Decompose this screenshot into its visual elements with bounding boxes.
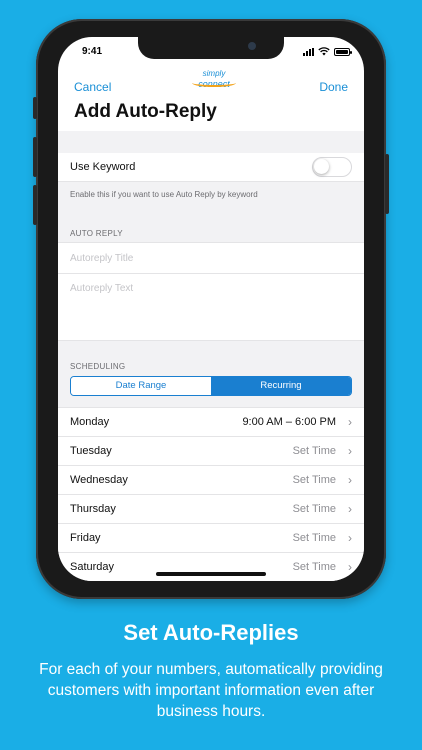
autoreply-title-row: Autoreply Title bbox=[58, 243, 364, 274]
chevron-right-icon: › bbox=[348, 531, 352, 545]
day-row-wednesday[interactable]: Wednesday Set Time › bbox=[58, 466, 364, 495]
day-label: Saturday bbox=[70, 561, 115, 573]
wifi-icon bbox=[318, 47, 330, 56]
tab-recurring[interactable]: Recurring bbox=[211, 377, 351, 395]
use-keyword-toggle[interactable] bbox=[312, 157, 352, 177]
autoreply-text-input[interactable]: Autoreply Text bbox=[70, 283, 133, 294]
volume-down-button bbox=[33, 185, 37, 225]
home-indicator[interactable] bbox=[156, 572, 266, 576]
marketing-body: For each of your numbers, automatically … bbox=[39, 661, 383, 720]
chevron-right-icon: › bbox=[348, 415, 352, 429]
day-time-value: Set Time bbox=[292, 474, 336, 486]
day-row-tuesday[interactable]: Tuesday Set Time › bbox=[58, 437, 364, 466]
day-row-thursday[interactable]: Thursday Set Time › bbox=[58, 495, 364, 524]
chevron-right-icon: › bbox=[348, 502, 352, 516]
day-time-value: 9:00 AM – 6:00 PM bbox=[242, 416, 336, 428]
day-time-value: Set Time bbox=[292, 503, 336, 515]
power-button bbox=[385, 154, 389, 214]
cancel-button[interactable]: Cancel bbox=[74, 80, 111, 94]
autoreply-title-input[interactable]: Autoreply Title bbox=[70, 253, 133, 264]
day-label: Wednesday bbox=[70, 474, 128, 486]
marketing-headline: Set Auto-Replies bbox=[123, 620, 299, 645]
day-row-friday[interactable]: Friday Set Time › bbox=[58, 524, 364, 553]
day-time-value: Set Time bbox=[292, 561, 336, 573]
day-label: Tuesday bbox=[70, 445, 112, 457]
day-label: Thursday bbox=[70, 503, 116, 515]
scheduling-header: SCHEDULING bbox=[70, 362, 126, 371]
day-row-saturday[interactable]: Saturday Set Time › bbox=[58, 553, 364, 581]
keyword-hint: Enable this if you want to use Auto Repl… bbox=[70, 190, 258, 199]
day-label: Monday bbox=[70, 416, 110, 428]
day-time-value: Set Time bbox=[292, 445, 336, 457]
simply-connect-logo: simply connect bbox=[184, 69, 244, 95]
status-time: 9:41 bbox=[82, 46, 103, 57]
done-button[interactable]: Done bbox=[319, 80, 348, 94]
section-spacer bbox=[58, 131, 364, 154]
use-keyword-row: Use Keyword bbox=[58, 153, 364, 182]
chevron-right-icon: › bbox=[348, 560, 352, 574]
phone-screen: 9:41 Cancel simply connect Done Add Auto… bbox=[58, 37, 364, 581]
autoreply-text-row: Autoreply Text bbox=[58, 274, 364, 341]
nav-bar: Cancel simply connect Done bbox=[58, 67, 364, 97]
cellular-signal-icon bbox=[303, 47, 314, 56]
chevron-right-icon: › bbox=[348, 473, 352, 487]
page-title: Add Auto-Reply bbox=[74, 101, 217, 122]
use-keyword-label: Use Keyword bbox=[70, 161, 136, 173]
notch bbox=[138, 37, 284, 59]
volume-up-button bbox=[33, 137, 37, 177]
battery-icon bbox=[334, 47, 352, 56]
schedule-type-segmented-control: Date Range Recurring bbox=[70, 376, 352, 396]
auto-reply-header: AUTO REPLY bbox=[70, 229, 123, 238]
day-time-value: Set Time bbox=[292, 532, 336, 544]
status-icons bbox=[303, 47, 352, 56]
chevron-right-icon: › bbox=[348, 444, 352, 458]
day-label: Friday bbox=[70, 532, 101, 544]
scheduling-band bbox=[58, 341, 364, 408]
mute-switch bbox=[33, 97, 37, 119]
tab-date-range[interactable]: Date Range bbox=[71, 377, 211, 395]
day-row-monday[interactable]: Monday 9:00 AM – 6:00 PM › bbox=[58, 408, 364, 437]
